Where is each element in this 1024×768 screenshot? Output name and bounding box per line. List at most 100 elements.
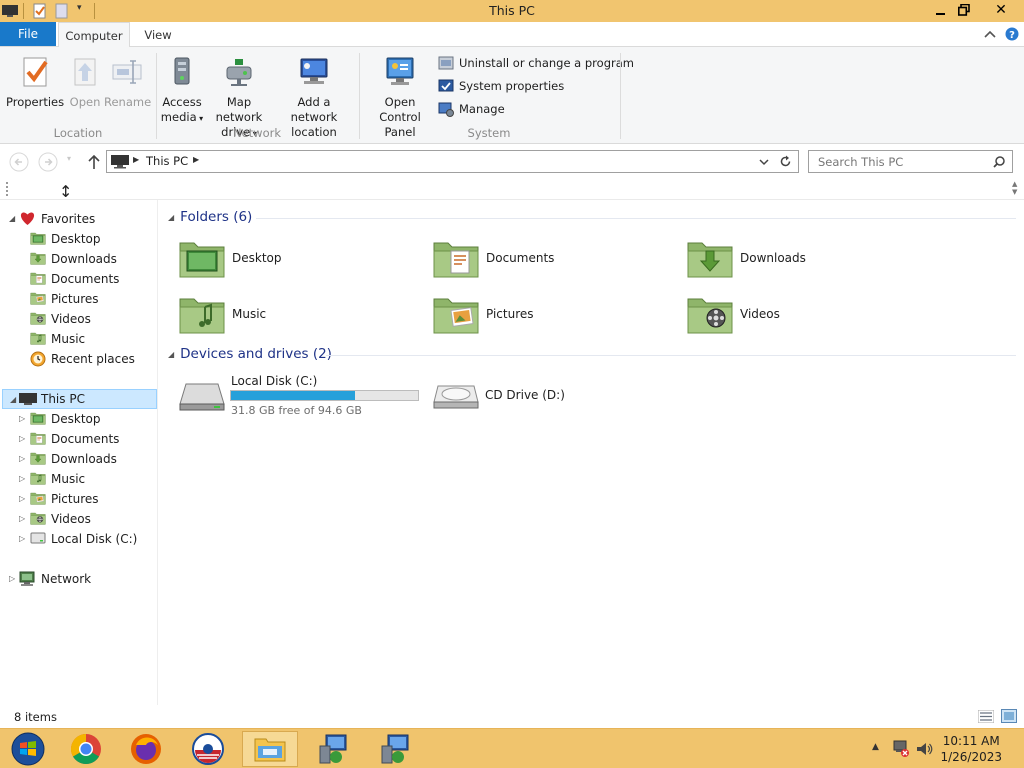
- expand-arrow-icon[interactable]: ▷: [19, 514, 25, 523]
- expand-arrow-icon[interactable]: ▷: [9, 574, 15, 583]
- folder-downloads[interactable]: Downloads: [686, 236, 926, 280]
- nav-favorites[interactable]: ◢ Favorites: [0, 210, 158, 228]
- expand-arrow-icon[interactable]: ▷: [19, 534, 25, 543]
- up-icon[interactable]: [87, 154, 101, 170]
- network-status-icon[interactable]: [892, 740, 910, 758]
- nav-network[interactable]: ▷ Network: [0, 570, 158, 588]
- toolbar-grip[interactable]: [6, 182, 8, 196]
- open-button[interactable]: Open: [66, 55, 104, 110]
- large-icons-view-icon[interactable]: [1001, 709, 1017, 723]
- drive-local-disk-c[interactable]: Local Disk (C:) 31.8 GB free of 94.6 GB: [178, 374, 428, 418]
- local-disk-usage-fill: [231, 391, 356, 400]
- close-button[interactable]: ✕: [978, 0, 1024, 20]
- address-bar[interactable]: ▶ This PC ▶: [106, 150, 799, 173]
- expand-arrow-icon[interactable]: ▷: [19, 454, 25, 463]
- separator: [156, 53, 157, 139]
- breadcrumb-arrow-icon[interactable]: ▶: [133, 155, 139, 164]
- folder-documents[interactable]: Documents: [432, 236, 672, 280]
- nav-this-pc[interactable]: ◢ This PC: [2, 389, 157, 409]
- expand-arrow-icon[interactable]: ▷: [19, 494, 25, 503]
- nav-this-pc-item-pictures[interactable]: ▷ Pictures: [0, 490, 158, 508]
- toolbar-scroll[interactable]: ▲ ▼: [1012, 180, 1017, 196]
- collapse-ribbon-icon[interactable]: [984, 29, 996, 39]
- folder-pictures[interactable]: Pictures: [432, 292, 672, 336]
- taskbar-file-explorer[interactable]: [242, 731, 298, 767]
- system-clock[interactable]: 10:11 AM 1/26/2023: [940, 733, 1002, 765]
- navigation-pane: ◢ Favorites Desktop Downloads Documents Pic…: [0, 200, 158, 705]
- system-properties-icon: [438, 79, 454, 92]
- address-dropdown-icon[interactable]: [759, 158, 769, 166]
- tab-file[interactable]: File: [0, 22, 56, 46]
- expand-arrow-icon[interactable]: ▷: [19, 414, 25, 423]
- access-media-button[interactable]: Access media ▾: [160, 55, 204, 126]
- rename-button[interactable]: Rename: [104, 55, 151, 110]
- taskbar-network-setup-2[interactable]: [368, 731, 424, 767]
- manage-button[interactable]: Manage: [438, 100, 505, 118]
- nav-this-pc-item-downloads[interactable]: ▷ Downloads: [0, 450, 158, 468]
- drives-group-header[interactable]: ◢ Devices and drives (2): [168, 346, 332, 362]
- show-hidden-icons-icon[interactable]: ▲: [872, 742, 879, 752]
- nav-this-pc-item-videos[interactable]: ▷ Videos: [0, 510, 158, 528]
- collapse-arrow-icon[interactable]: ◢: [10, 395, 16, 404]
- expand-arrow-icon[interactable]: ▷: [19, 434, 25, 443]
- restore-icon: [958, 4, 970, 16]
- open-control-panel-button[interactable]: Open Control Panel: [364, 55, 436, 140]
- nav-favorites-item-documents[interactable]: Documents: [0, 270, 158, 288]
- nav-favorites-item-music[interactable]: Music: [0, 330, 158, 348]
- nav-network-label: Network: [41, 572, 92, 586]
- videos-icon: [30, 511, 46, 528]
- drive-cd-drive-d[interactable]: CD Drive (D:): [432, 374, 682, 418]
- breadcrumb-this-pc[interactable]: This PC: [146, 154, 188, 168]
- nav-item-label: Videos: [51, 312, 91, 326]
- nav-this-pc-item-documents[interactable]: ▷ Documents: [0, 430, 158, 448]
- maximize-button[interactable]: [952, 0, 976, 20]
- this-pc-icon: [19, 393, 37, 405]
- folders-group-header[interactable]: ◢ Folders (6): [168, 209, 252, 225]
- status-bar: 8 items: [0, 705, 1024, 728]
- nav-this-pc-item-local-disk-c[interactable]: ▷ Local Disk (C:): [0, 530, 158, 548]
- forward-icon[interactable]: [38, 152, 58, 172]
- nav-this-pc-item-music[interactable]: ▷ Music: [0, 470, 158, 488]
- folder-videos[interactable]: Videos: [686, 292, 926, 336]
- taskbar-firefox[interactable]: [118, 731, 174, 767]
- taskbar-chrome[interactable]: [58, 731, 114, 767]
- tab-view[interactable]: View: [134, 22, 182, 47]
- collapse-arrow-icon[interactable]: ◢: [168, 350, 174, 359]
- manage-label: Manage: [459, 102, 505, 116]
- search-input[interactable]: Search This PC: [808, 150, 1013, 173]
- cd-drive-name: CD Drive (D:): [485, 388, 565, 402]
- recent-locations-icon[interactable]: ▾: [67, 154, 71, 163]
- taskbar-obama-logo[interactable]: [180, 731, 236, 767]
- collapse-arrow-icon[interactable]: ◢: [168, 213, 174, 222]
- start-button[interactable]: [0, 731, 56, 767]
- expand-arrow-icon[interactable]: ▷: [19, 474, 25, 483]
- nav-favorites-item-recent-places[interactable]: Recent places: [0, 350, 158, 368]
- help-icon[interactable]: ?: [1005, 27, 1019, 41]
- breadcrumb-arrow-icon[interactable]: ▶: [193, 155, 199, 164]
- obama-logo-icon: [192, 733, 224, 765]
- system-properties-button[interactable]: System properties: [438, 77, 564, 95]
- favorites-heart-icon: [20, 212, 35, 225]
- nav-favorites-item-downloads[interactable]: Downloads: [0, 250, 158, 268]
- nav-favorites-item-pictures[interactable]: Pictures: [0, 290, 158, 308]
- back-icon[interactable]: [9, 152, 29, 172]
- taskbar-network-setup[interactable]: [306, 731, 362, 767]
- nav-item-label: Local Disk (C:): [51, 532, 138, 546]
- folder-desktop[interactable]: Desktop: [178, 236, 418, 280]
- volume-icon[interactable]: [916, 741, 934, 757]
- desktop-icon: [30, 411, 46, 428]
- folder-music[interactable]: Music: [178, 292, 418, 336]
- nav-favorites-item-videos[interactable]: Videos: [0, 310, 158, 328]
- collapse-arrow-icon[interactable]: ◢: [9, 214, 15, 223]
- properties-button[interactable]: Properties: [6, 55, 64, 110]
- nav-favorites-item-desktop[interactable]: Desktop: [0, 230, 158, 248]
- minimize-button[interactable]: [928, 0, 952, 20]
- folder-label: Downloads: [740, 251, 806, 265]
- nav-this-pc-item-desktop[interactable]: ▷ Desktop: [0, 410, 158, 428]
- refresh-icon[interactable]: [779, 155, 792, 168]
- tab-computer[interactable]: Computer: [58, 22, 130, 48]
- cd-drive-icon: [433, 385, 479, 409]
- details-view-icon[interactable]: [978, 710, 994, 723]
- music-folder-icon: [178, 293, 226, 335]
- uninstall-program-button[interactable]: Uninstall or change a program: [438, 54, 634, 72]
